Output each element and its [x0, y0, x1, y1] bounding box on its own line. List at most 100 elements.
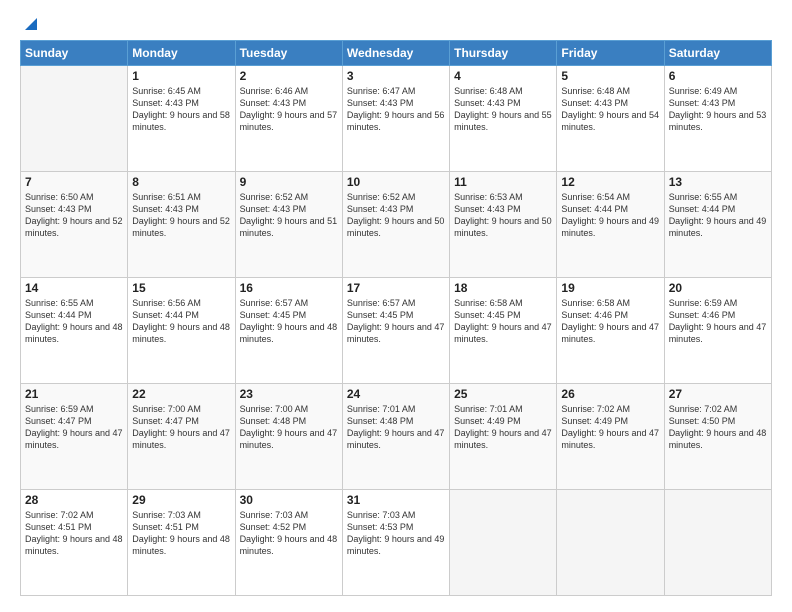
cell-info: Sunrise: 6:45 AM Sunset: 4:43 PM Dayligh…: [132, 85, 230, 134]
calendar-cell: 30 Sunrise: 7:03 AM Sunset: 4:52 PM Dayli…: [235, 490, 342, 596]
cell-info: Sunrise: 6:47 AM Sunset: 4:43 PM Dayligh…: [347, 85, 445, 134]
cell-info: Sunrise: 6:56 AM Sunset: 4:44 PM Dayligh…: [132, 297, 230, 346]
cell-info: Sunrise: 6:57 AM Sunset: 4:45 PM Dayligh…: [347, 297, 445, 346]
day-header-wednesday: Wednesday: [342, 41, 449, 66]
day-header-thursday: Thursday: [450, 41, 557, 66]
day-number: 5: [561, 69, 659, 83]
calendar-cell: 23 Sunrise: 7:00 AM Sunset: 4:48 PM Dayli…: [235, 384, 342, 490]
day-number: 29: [132, 493, 230, 507]
calendar-cell: 15Sunrise: 6:56 AM Sunset: 4:44 PM Dayli…: [128, 278, 235, 384]
calendar-cell: 5 Sunrise: 6:48 AM Sunset: 4:43 PM Daylig…: [557, 66, 664, 172]
day-number: 16: [240, 281, 338, 295]
calendar-cell: 8 Sunrise: 6:51 AM Sunset: 4:43 PM Daylig…: [128, 172, 235, 278]
calendar-cell: 22 Sunrise: 7:00 AM Sunset: 4:47 PM Dayli…: [128, 384, 235, 490]
cell-info: Sunrise: 6:52 AM Sunset: 4:43 PM Dayligh…: [240, 191, 338, 240]
day-header-friday: Friday: [557, 41, 664, 66]
calendar-page: SundayMondayTuesdayWednesdayThursdayFrid…: [0, 0, 792, 612]
cell-info: Sunrise: 6:57 AM Sunset: 4:45 PM Dayligh…: [240, 297, 338, 346]
calendar-cell: 28Sunrise: 7:02 AM Sunset: 4:51 PM Dayli…: [21, 490, 128, 596]
calendar-cell: 27Sunrise: 7:02 AM Sunset: 4:50 PM Dayli…: [664, 384, 771, 490]
day-number: 3: [347, 69, 445, 83]
week-row-5: 28Sunrise: 7:02 AM Sunset: 4:51 PM Dayli…: [21, 490, 772, 596]
calendar-cell: [557, 490, 664, 596]
cell-info: Sunrise: 7:00 AM Sunset: 4:47 PM Dayligh…: [132, 403, 230, 452]
day-number: 17: [347, 281, 445, 295]
cell-info: Sunrise: 6:55 AM Sunset: 4:44 PM Dayligh…: [25, 297, 123, 346]
calendar-cell: 1Sunrise: 6:45 AM Sunset: 4:43 PM Daylig…: [128, 66, 235, 172]
week-row-1: 1Sunrise: 6:45 AM Sunset: 4:43 PM Daylig…: [21, 66, 772, 172]
day-number: 21: [25, 387, 123, 401]
calendar-cell: [664, 490, 771, 596]
cell-info: Sunrise: 6:49 AM Sunset: 4:43 PM Dayligh…: [669, 85, 767, 134]
day-number: 26: [561, 387, 659, 401]
calendar-cell: 2 Sunrise: 6:46 AM Sunset: 4:43 PM Daylig…: [235, 66, 342, 172]
cell-info: Sunrise: 6:48 AM Sunset: 4:43 PM Dayligh…: [561, 85, 659, 134]
day-header-tuesday: Tuesday: [235, 41, 342, 66]
cell-info: Sunrise: 6:59 AM Sunset: 4:47 PM Dayligh…: [25, 403, 123, 452]
day-number: 22: [132, 387, 230, 401]
calendar-header-row: SundayMondayTuesdayWednesdayThursdayFrid…: [21, 41, 772, 66]
cell-info: Sunrise: 6:59 AM Sunset: 4:46 PM Dayligh…: [669, 297, 767, 346]
day-number: 8: [132, 175, 230, 189]
calendar-cell: 20Sunrise: 6:59 AM Sunset: 4:46 PM Dayli…: [664, 278, 771, 384]
logo-icon: [21, 14, 41, 34]
day-number: 23: [240, 387, 338, 401]
day-number: 6: [669, 69, 767, 83]
cell-info: Sunrise: 7:00 AM Sunset: 4:48 PM Dayligh…: [240, 403, 338, 452]
calendar-cell: 14 Sunrise: 6:55 AM Sunset: 4:44 PM Dayli…: [21, 278, 128, 384]
calendar-cell: 25 Sunrise: 7:01 AM Sunset: 4:49 PM Dayli…: [450, 384, 557, 490]
calendar-cell: 21 Sunrise: 6:59 AM Sunset: 4:47 PM Dayli…: [21, 384, 128, 490]
day-number: 28: [25, 493, 123, 507]
day-header-saturday: Saturday: [664, 41, 771, 66]
calendar-cell: 26 Sunrise: 7:02 AM Sunset: 4:49 PM Dayli…: [557, 384, 664, 490]
calendar-cell: [450, 490, 557, 596]
calendar-cell: 13 Sunrise: 6:55 AM Sunset: 4:44 PM Dayli…: [664, 172, 771, 278]
header: [20, 16, 772, 30]
cell-info: Sunrise: 7:03 AM Sunset: 4:53 PM Dayligh…: [347, 509, 445, 558]
cell-info: Sunrise: 7:01 AM Sunset: 4:49 PM Dayligh…: [454, 403, 552, 452]
cell-info: Sunrise: 6:58 AM Sunset: 4:46 PM Dayligh…: [561, 297, 659, 346]
day-number: 14: [25, 281, 123, 295]
calendar-cell: 31Sunrise: 7:03 AM Sunset: 4:53 PM Dayli…: [342, 490, 449, 596]
day-number: 12: [561, 175, 659, 189]
calendar-cell: 11 Sunrise: 6:53 AM Sunset: 4:43 PM Dayli…: [450, 172, 557, 278]
calendar-cell: 19 Sunrise: 6:58 AM Sunset: 4:46 PM Dayli…: [557, 278, 664, 384]
cell-info: Sunrise: 6:58 AM Sunset: 4:45 PM Dayligh…: [454, 297, 552, 346]
cell-info: Sunrise: 7:03 AM Sunset: 4:52 PM Dayligh…: [240, 509, 338, 558]
calendar-cell: 12 Sunrise: 6:54 AM Sunset: 4:44 PM Dayli…: [557, 172, 664, 278]
cell-info: Sunrise: 6:53 AM Sunset: 4:43 PM Dayligh…: [454, 191, 552, 240]
day-number: 18: [454, 281, 552, 295]
calendar-cell: 6 Sunrise: 6:49 AM Sunset: 4:43 PM Daylig…: [664, 66, 771, 172]
week-row-3: 14 Sunrise: 6:55 AM Sunset: 4:44 PM Dayli…: [21, 278, 772, 384]
day-number: 7: [25, 175, 123, 189]
cell-info: Sunrise: 6:48 AM Sunset: 4:43 PM Dayligh…: [454, 85, 552, 134]
week-row-4: 21 Sunrise: 6:59 AM Sunset: 4:47 PM Dayli…: [21, 384, 772, 490]
cell-info: Sunrise: 6:46 AM Sunset: 4:43 PM Dayligh…: [240, 85, 338, 134]
day-number: 2: [240, 69, 338, 83]
day-number: 19: [561, 281, 659, 295]
cell-info: Sunrise: 7:02 AM Sunset: 4:50 PM Dayligh…: [669, 403, 767, 452]
day-header-sunday: Sunday: [21, 41, 128, 66]
calendar-cell: 24Sunrise: 7:01 AM Sunset: 4:48 PM Dayli…: [342, 384, 449, 490]
day-number: 10: [347, 175, 445, 189]
cell-info: Sunrise: 6:50 AM Sunset: 4:43 PM Dayligh…: [25, 191, 123, 240]
week-row-2: 7 Sunrise: 6:50 AM Sunset: 4:43 PM Daylig…: [21, 172, 772, 278]
cell-info: Sunrise: 6:51 AM Sunset: 4:43 PM Dayligh…: [132, 191, 230, 240]
day-number: 30: [240, 493, 338, 507]
cell-info: Sunrise: 7:02 AM Sunset: 4:49 PM Dayligh…: [561, 403, 659, 452]
cell-info: Sunrise: 6:55 AM Sunset: 4:44 PM Dayligh…: [669, 191, 767, 240]
calendar-cell: [21, 66, 128, 172]
day-number: 11: [454, 175, 552, 189]
calendar-cell: 16 Sunrise: 6:57 AM Sunset: 4:45 PM Dayli…: [235, 278, 342, 384]
calendar-cell: 18 Sunrise: 6:58 AM Sunset: 4:45 PM Dayli…: [450, 278, 557, 384]
calendar-cell: 9Sunrise: 6:52 AM Sunset: 4:43 PM Daylig…: [235, 172, 342, 278]
cell-info: Sunrise: 7:01 AM Sunset: 4:48 PM Dayligh…: [347, 403, 445, 452]
calendar-cell: 17 Sunrise: 6:57 AM Sunset: 4:45 PM Dayli…: [342, 278, 449, 384]
calendar-cell: 29Sunrise: 7:03 AM Sunset: 4:51 PM Dayli…: [128, 490, 235, 596]
day-number: 25: [454, 387, 552, 401]
day-number: 4: [454, 69, 552, 83]
day-header-monday: Monday: [128, 41, 235, 66]
cell-info: Sunrise: 6:54 AM Sunset: 4:44 PM Dayligh…: [561, 191, 659, 240]
calendar-table: SundayMondayTuesdayWednesdayThursdayFrid…: [20, 40, 772, 596]
day-number: 13: [669, 175, 767, 189]
